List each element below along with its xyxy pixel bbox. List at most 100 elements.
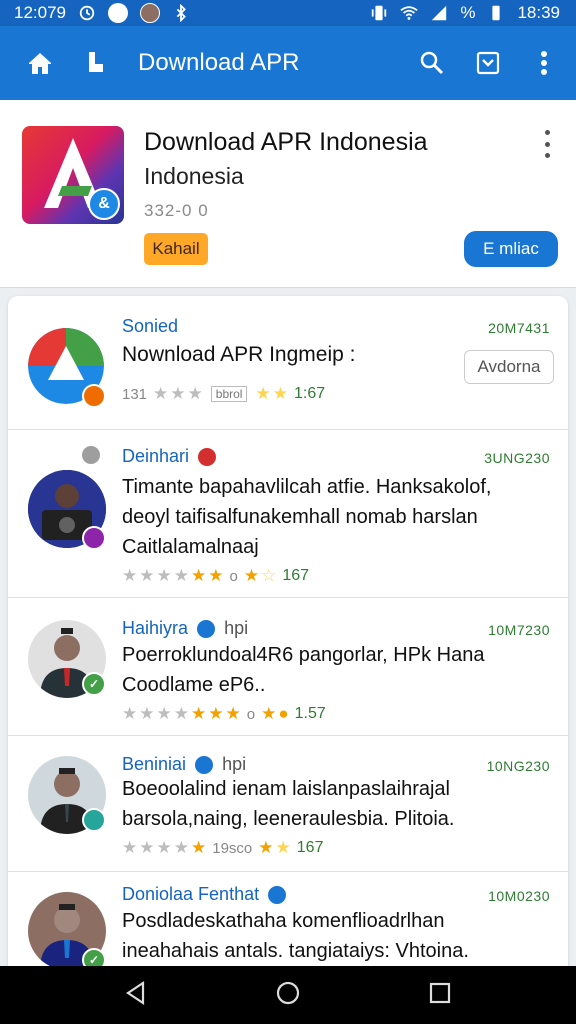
review-date: 10M7230 — [488, 622, 550, 638]
search-icon — [420, 51, 444, 75]
reviewer-name-suffix: hpi — [222, 754, 247, 774]
list-item[interactable]: Sonied 20M7431 Nownload APR Ingmeip : Av… — [8, 296, 568, 430]
app-bar-title: Download APR — [138, 49, 300, 76]
rating-mid: 19sco — [212, 839, 253, 857]
home-button[interactable] — [22, 45, 58, 81]
star-icon: ★ — [122, 566, 138, 585]
header-more-button[interactable] — [538, 130, 556, 158]
verified-badge-icon — [195, 756, 214, 775]
status-left: 12:079 — [14, 3, 190, 23]
screen: 12:079 % 18:39 Download APR & Download A… — [0, 0, 576, 1024]
avatar-badge-icon — [82, 526, 106, 550]
reviewer-name-text: Beniniai — [122, 754, 187, 774]
reviewer-name: Haihiyra hpi — [122, 618, 248, 639]
more-dot-icon — [544, 141, 550, 147]
list-item[interactable]: Deinhari 3UNG230 Timante bapahavlilcah a… — [8, 430, 568, 598]
home-nav-button[interactable] — [275, 980, 301, 1011]
star-icon: ★ — [191, 704, 207, 723]
star-icon: ★ — [225, 704, 241, 723]
rating-row: ★ ★ ★ ★ ★ ★ o ★ ☆ 167 — [122, 566, 309, 586]
star-icon: ★ — [122, 838, 138, 857]
star-icon: ★ — [139, 704, 155, 723]
star-icon: ☆ — [261, 566, 277, 585]
review-text: Posdladeskathaha komenflioadrlhan ineaha… — [122, 910, 469, 962]
install-button[interactable]: E mliac — [464, 231, 558, 267]
star-icon: ★ — [191, 838, 207, 857]
rating-row: 131 ★ ★ ★ bbrol ★ ★ 1:67 — [122, 384, 325, 404]
list-item[interactable]: Beniniai hpi 10NG230 Boeoolalind ienam l… — [8, 736, 568, 872]
app-bar: Download APR — [0, 26, 576, 100]
more-dot-icon — [544, 130, 550, 135]
star-icon: ★ — [153, 384, 169, 403]
rating-count: 167 — [282, 567, 310, 584]
side-action-button[interactable]: Avdorna — [464, 350, 554, 384]
status-bar: 12:079 % 18:39 — [0, 0, 576, 26]
review-text: Boeoolalind ienam laislanpaslaihrajal ba… — [122, 778, 455, 830]
app-meta: 332-0 0 — [144, 201, 209, 220]
rating-mid: o — [246, 705, 256, 723]
app-logo-icon: & — [22, 126, 124, 224]
search-button[interactable] — [414, 45, 450, 81]
verified-check-icon: ✓ — [82, 672, 106, 696]
battery-icon — [492, 5, 501, 21]
star-icon: ★ — [173, 838, 189, 857]
review-date: 3UNG230 — [484, 450, 550, 466]
bookmark-icon — [89, 52, 103, 72]
message-icon — [108, 3, 128, 23]
rating-mid: o — [229, 567, 238, 585]
star-icon: ★ — [187, 384, 203, 403]
rating-count: 167 — [296, 839, 324, 856]
star-icon: ★ — [191, 566, 207, 585]
battery-percent: % — [460, 3, 476, 22]
star-icon: ★ — [156, 566, 172, 585]
recents-button[interactable] — [427, 980, 453, 1011]
download-button[interactable] — [470, 45, 506, 81]
download-box-icon — [476, 51, 500, 75]
avatar-badge-icon — [82, 384, 106, 408]
star-icon: ★ — [243, 566, 260, 585]
star-icon: ★ — [173, 704, 189, 723]
app-title: Download APR Indonesia — [144, 128, 428, 156]
overflow-menu-button[interactable] — [526, 45, 562, 81]
reviewer-name: Beniniai hpi — [122, 754, 246, 775]
star-icon: ★ — [173, 566, 189, 585]
verified-badge-icon — [268, 886, 287, 905]
reviewer-name-text: Doniolaa Fenthat — [122, 884, 260, 904]
signal-icon — [432, 5, 447, 21]
star-icon: ★ — [156, 838, 172, 857]
back-triangle-icon — [126, 980, 145, 1005]
reviewer-name: Deinhari — [122, 446, 217, 467]
star-icon: ★ — [258, 838, 274, 857]
status-time-left: 12:079 — [14, 3, 66, 22]
verified-badge-icon — [197, 620, 216, 639]
list-item[interactable]: ✓ Haihiyra hpi 10M7230 Poerroklundoal4R6… — [8, 598, 568, 736]
avatar-badge-icon — [82, 808, 106, 832]
rating-row: ★ ★ ★ ★ ★ 19sco ★ ★ 167 — [122, 838, 323, 858]
reviewer-name-text: Deinhari — [122, 446, 190, 466]
reviewer-name-suffix: hpi — [224, 618, 249, 638]
more-dot-icon — [544, 153, 550, 158]
home-icon — [29, 53, 51, 74]
star-icon: ★ — [261, 704, 277, 723]
vibrate-icon — [372, 5, 387, 21]
star-icon: ★ — [208, 566, 224, 585]
review-text: Poerroklundoal4R6 pangorlar, HPk Hana Co… — [122, 644, 485, 696]
app-logo-badge-icon: & — [88, 188, 120, 220]
rating-count: 1:67 — [293, 385, 326, 402]
review-list: Sonied 20M7431 Nownload APR Ingmeip : Av… — [8, 296, 568, 996]
star-icon: ★ — [255, 384, 271, 403]
star-icon: ★ — [156, 704, 172, 723]
flag-badge-icon — [198, 448, 217, 467]
rating-row: ★ ★ ★ ★ ★ ★ ★ o ★ ● 1.57 — [122, 704, 326, 724]
status-right: % 18:39 — [370, 3, 560, 23]
recents-square-icon — [429, 982, 451, 1003]
reviewer-name: Sonied — [122, 316, 179, 336]
star-icon: ★ — [139, 566, 155, 585]
status-time-right: 18:39 — [517, 3, 560, 22]
bookmark-button[interactable] — [78, 45, 114, 81]
back-button[interactable] — [123, 980, 149, 1011]
app-subtitle: Indonesia — [144, 163, 244, 189]
star-icon: ★ — [208, 704, 224, 723]
category-tag[interactable]: Kahail — [144, 233, 208, 265]
rating-label: bbrol — [210, 386, 248, 402]
